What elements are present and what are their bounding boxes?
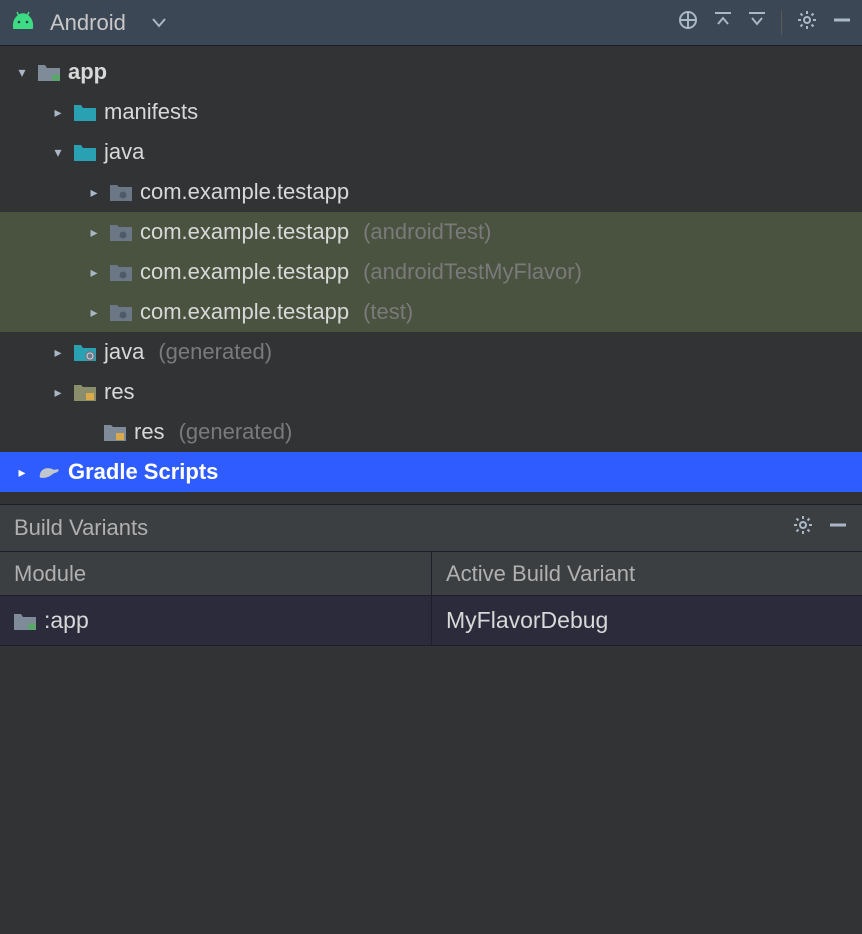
tree-item-manifests[interactable]: ▸ manifests — [0, 92, 862, 132]
tree-item-label: java — [104, 339, 144, 365]
res-folder-icon — [104, 423, 126, 441]
tree-item-package-androidtest-flavor[interactable]: ▸ com.example.testapp (androidTestMyFlav… — [0, 252, 862, 292]
variant-name: MyFlavorDebug — [446, 607, 608, 634]
view-selector[interactable]: Android — [10, 10, 166, 36]
package-icon — [110, 223, 132, 241]
tree-item-annotation: (androidTest) — [363, 219, 491, 245]
chevron-right-icon: ▸ — [50, 344, 66, 361]
view-title: Android — [50, 10, 126, 36]
chevron-down-icon: ▾ — [50, 144, 66, 161]
tree-item-label: Gradle Scripts — [68, 459, 218, 485]
tree-item-label: com.example.testapp — [140, 219, 349, 245]
chevron-right-icon: ▸ — [86, 184, 102, 201]
tree-item-label: com.example.testapp — [140, 179, 349, 205]
android-icon — [10, 11, 36, 35]
res-folder-icon — [74, 383, 96, 401]
project-tree: ▾ app ▸ manifests ▾ java — [0, 46, 862, 504]
tree-item-java-generated[interactable]: ▸ java (generated) — [0, 332, 862, 372]
tree-item-label: manifests — [104, 99, 198, 125]
tree-item-label: app — [68, 59, 107, 85]
chevron-right-icon: ▸ — [50, 104, 66, 121]
tree-item-label: res — [134, 419, 165, 445]
tree-item-package-test[interactable]: ▸ com.example.testapp (test) — [0, 292, 862, 332]
column-header-variant[interactable]: Active Build Variant — [432, 552, 862, 595]
select-opened-file-icon[interactable] — [677, 9, 699, 37]
tree-item-label: com.example.testapp — [140, 259, 349, 285]
panel-title: Build Variants — [14, 515, 148, 541]
tree-item-annotation: (test) — [363, 299, 413, 325]
package-icon — [110, 183, 132, 201]
empty-area — [0, 646, 862, 934]
tree-item-app[interactable]: ▾ app — [0, 52, 862, 92]
table-row[interactable]: :app MyFlavorDebug — [0, 596, 862, 646]
chevron-right-icon: ▸ — [86, 304, 102, 321]
tree-item-annotation: (generated) — [179, 419, 293, 445]
package-icon — [110, 263, 132, 281]
folder-icon — [74, 103, 96, 121]
chevron-down-icon — [152, 11, 166, 34]
tree-item-res-generated[interactable]: res (generated) — [0, 412, 862, 452]
variant-cell[interactable]: MyFlavorDebug — [432, 596, 862, 645]
collapse-all-icon[interactable] — [747, 10, 767, 36]
tree-item-gradle-scripts[interactable]: ▸ Gradle Scripts — [0, 452, 862, 492]
tree-item-java[interactable]: ▾ java — [0, 132, 862, 172]
column-header-module[interactable]: Module — [0, 552, 432, 595]
chevron-down-icon: ▾ — [14, 64, 30, 81]
chevron-right-icon: ▸ — [86, 224, 102, 241]
gear-icon[interactable] — [796, 9, 818, 37]
chevron-right-icon: ▸ — [50, 384, 66, 401]
tree-item-annotation: (generated) — [158, 339, 272, 365]
hide-icon[interactable] — [832, 10, 852, 36]
chevron-right-icon: ▸ — [14, 464, 30, 481]
tree-item-annotation: (androidTestMyFlavor) — [363, 259, 582, 285]
tree-item-res[interactable]: ▸ res — [0, 372, 862, 412]
project-view-toolbar: Android — [0, 0, 862, 46]
module-folder-icon — [14, 612, 36, 630]
module-name: :app — [44, 607, 89, 634]
tree-item-package-androidtest[interactable]: ▸ com.example.testapp (androidTest) — [0, 212, 862, 252]
generated-folder-icon — [74, 343, 96, 361]
tree-item-label: res — [104, 379, 135, 405]
expand-all-icon[interactable] — [713, 10, 733, 36]
module-folder-icon — [38, 63, 60, 81]
hide-icon[interactable] — [828, 515, 848, 541]
tree-item-label: java — [104, 139, 144, 165]
gear-icon[interactable] — [792, 514, 814, 542]
tree-item-label: com.example.testapp — [140, 299, 349, 325]
module-cell: :app — [0, 596, 432, 645]
build-variants-header: Build Variants — [0, 504, 862, 552]
package-icon — [110, 303, 132, 321]
chevron-right-icon: ▸ — [86, 264, 102, 281]
divider — [781, 11, 782, 35]
folder-icon — [74, 143, 96, 161]
tree-item-package[interactable]: ▸ com.example.testapp — [0, 172, 862, 212]
gradle-icon — [38, 463, 60, 481]
build-variants-table-header: Module Active Build Variant — [0, 552, 862, 596]
